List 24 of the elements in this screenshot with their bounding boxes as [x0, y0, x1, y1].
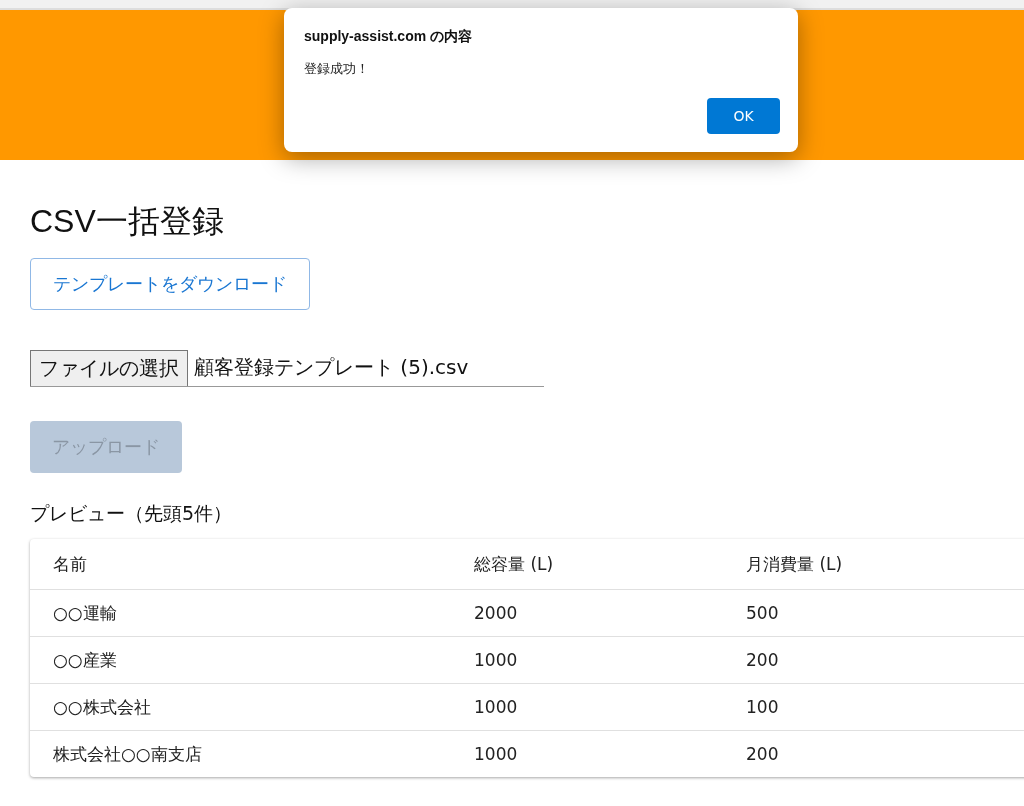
file-input[interactable]: ファイルの選択 顧客登録テンプレート (5).csv	[30, 350, 544, 387]
dialog-message: 登録成功！	[304, 60, 370, 78]
table-cell-text: ○○株式会社	[52, 695, 152, 719]
column-header: 総容量 (L)	[474, 552, 555, 576]
preview-title: プレビュー（先頭5件）	[30, 501, 233, 526]
download-template-button[interactable]: テンプレートをダウンロード	[30, 258, 310, 310]
table-cell-text: ○○運輸	[52, 601, 118, 625]
page-title: CSV一括登録	[30, 202, 224, 241]
ok-button[interactable]: OK	[707, 98, 780, 134]
table-cell-text: 2000	[474, 603, 519, 623]
choose-file-button[interactable]: ファイルの選択	[30, 350, 188, 386]
table-cell-text: 株式会社○○南支店	[52, 742, 203, 766]
file-name: 顧客登録テンプレート (5).csv	[193, 354, 470, 381]
table-cell-text: 1000	[474, 744, 519, 764]
table-cell-text: 1000	[474, 650, 519, 670]
dialog-title: supply-assist.com の内容	[304, 28, 474, 46]
table-cell-text: ○○産業	[52, 648, 118, 672]
table-cell: 500	[746, 603, 779, 623]
column-header: 月消費量 (L)	[746, 552, 843, 576]
column-header: 名前	[52, 552, 88, 576]
table-cell: 200	[746, 650, 779, 670]
table-cell: 100	[746, 697, 779, 717]
table-cell-text: 1000	[474, 697, 519, 717]
table-cell: 200	[746, 744, 779, 764]
